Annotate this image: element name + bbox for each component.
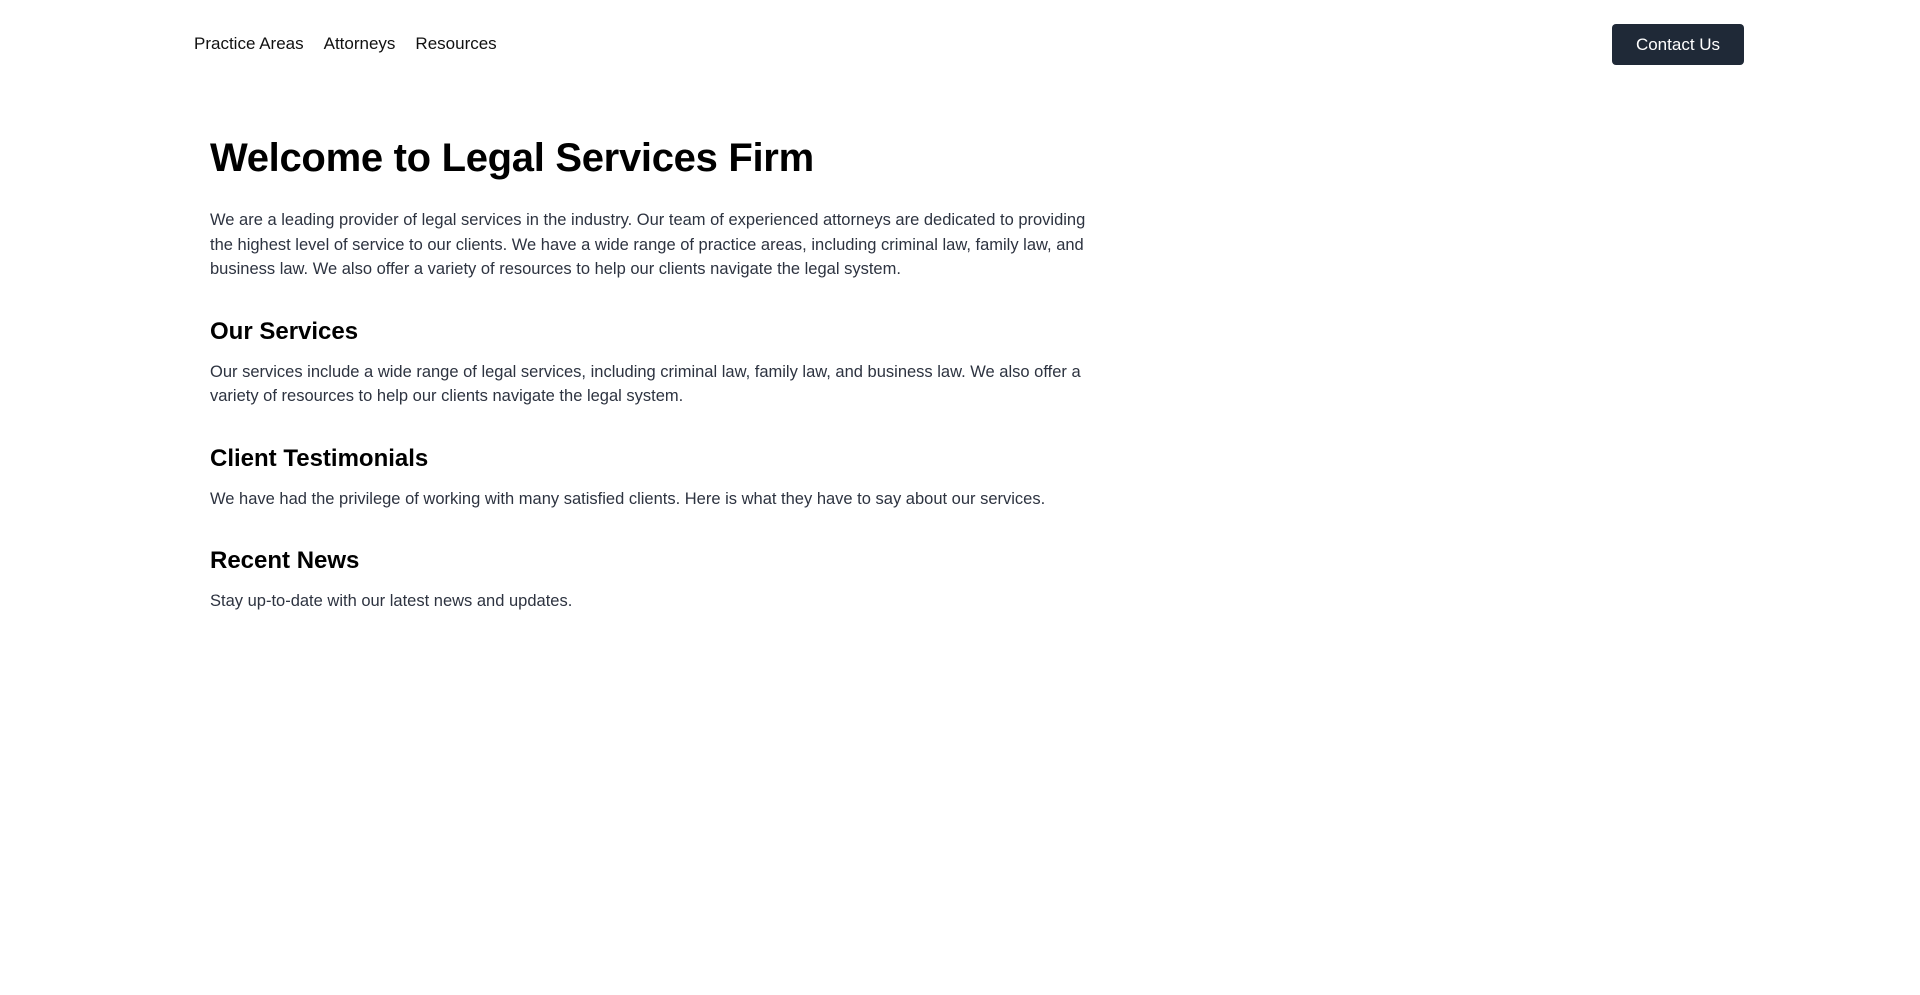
contact-us-button[interactable]: Contact Us — [1612, 24, 1744, 65]
page-title: Welcome to Legal Services Firm — [210, 136, 814, 180]
news-section: Recent News Stay up-to-date with our lat… — [210, 545, 1110, 614]
site-header: Practice Areas Attorneys Resources Conta… — [0, 0, 1920, 88]
news-text: Stay up-to-date with our latest news and… — [210, 592, 573, 610]
services-text: Our services include a wide range of leg… — [210, 362, 1081, 406]
services-heading: Our Services — [210, 317, 359, 345]
nav-link-attorneys[interactable]: Attorneys — [324, 32, 396, 56]
news-heading: Recent News — [210, 547, 360, 574]
testimonials-section: Client Testimonials We have had the priv… — [210, 443, 1110, 512]
nav-link-practice-areas[interactable]: Practice Areas — [194, 32, 304, 56]
testimonials-heading: Client Testimonials — [210, 444, 429, 472]
intro-paragraph: We are a leading provider of legal servi… — [210, 211, 1086, 278]
testimonials-text: We have had the privilege of working wit… — [210, 489, 1046, 508]
services-section: Our Services Our services include a wide… — [210, 316, 1110, 409]
nav-link-resources[interactable]: Resources — [415, 32, 496, 56]
main-nav: Practice Areas Attorneys Resources — [194, 32, 497, 56]
main-content: Welcome to Legal Services Firm We are a … — [210, 130, 1110, 614]
